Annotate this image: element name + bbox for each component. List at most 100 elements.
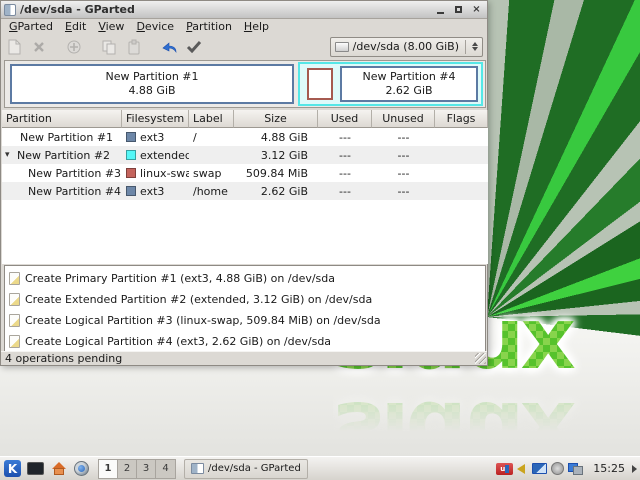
operation-item[interactable]: Create Logical Partition #4 (ext3, 2.62 … xyxy=(5,331,485,352)
col-used[interactable]: Used xyxy=(318,110,372,128)
visual-partition-1-size: 4.88 GiB xyxy=(128,84,176,97)
titlebar[interactable]: /dev/sda - GParted × xyxy=(1,1,487,19)
menu-help[interactable]: Help xyxy=(238,19,275,34)
table-row[interactable]: New Partition #4 ext3 /home 2.62 GiB ---… xyxy=(2,182,488,200)
network-icon[interactable] xyxy=(568,462,584,475)
partition-name: New Partition #4 xyxy=(28,184,122,198)
filesystem-name: extended xyxy=(140,148,189,162)
table-row[interactable]: New Partition #1 ext3 / 4.88 GiB --- --- xyxy=(2,128,488,146)
size-cell: 3.12 GiB xyxy=(260,148,308,162)
label-cell: /home xyxy=(193,184,228,198)
partition-name: New Partition #1 xyxy=(20,130,114,144)
statusbar-text: 4 operations pending xyxy=(5,352,123,365)
visual-swap-partition[interactable] xyxy=(307,68,333,100)
partition-name: New Partition #2 xyxy=(17,148,111,162)
label-cell: swap xyxy=(193,166,222,180)
col-unused[interactable]: Unused xyxy=(372,110,435,128)
kmenu-button[interactable]: K xyxy=(2,459,23,479)
toolbar: /dev/sda (8.00 GiB) xyxy=(1,34,487,59)
table-header: Partition Filesystem Label Size Used Unu… xyxy=(2,110,488,128)
table-row[interactable]: New Partition #3 linux-swap swap 509.84 … xyxy=(2,164,488,182)
col-filesystem[interactable]: Filesystem xyxy=(122,110,189,128)
close-button[interactable]: × xyxy=(469,3,484,16)
terminal-icon xyxy=(27,462,44,475)
task-button-gparted[interactable]: /dev/sda - GParted xyxy=(184,458,308,479)
combo-spin-arrows xyxy=(470,42,479,51)
workspace-3[interactable]: 3 xyxy=(137,459,156,478)
statusbar: 4 operations pending xyxy=(1,351,487,365)
unused-cell: --- xyxy=(397,148,410,162)
operation-doc-icon xyxy=(9,335,20,348)
home-icon xyxy=(51,461,67,476)
menu-device[interactable]: Device xyxy=(130,19,180,34)
partition-table: Partition Filesystem Label Size Used Unu… xyxy=(2,110,488,264)
operation-item[interactable]: Create Primary Partition #1 (ext3, 4.88 … xyxy=(5,268,485,289)
browser-launcher[interactable] xyxy=(71,459,92,479)
maximize-icon xyxy=(455,6,462,13)
visual-extended-partition[interactable]: New Partition #4 2.62 GiB xyxy=(298,62,483,106)
partition-name: New Partition #3 xyxy=(28,166,122,180)
clipboard-icon[interactable] xyxy=(551,462,565,475)
menu-gparted[interactable]: GParted xyxy=(3,19,59,34)
volume-icon[interactable] xyxy=(505,463,526,474)
size-cell: 2.62 GiB xyxy=(260,184,308,198)
operation-doc-icon xyxy=(9,272,20,285)
visual-partition-1[interactable]: New Partition #1 4.88 GiB xyxy=(10,64,294,104)
device-selector[interactable]: /dev/sda (8.00 GiB) xyxy=(329,36,483,57)
taskbar-clock[interactable]: 15:25 xyxy=(593,462,625,475)
workspace-4[interactable]: 4 xyxy=(156,459,175,478)
apply-icon[interactable] xyxy=(185,38,203,56)
kmenu-icon: K xyxy=(4,460,21,477)
home-launcher[interactable] xyxy=(48,459,69,479)
sidux-logo-reflection: sidux xyxy=(333,382,640,456)
filesystem-color-chip xyxy=(126,132,136,142)
undo-icon[interactable] xyxy=(160,38,178,56)
workspace-2[interactable]: 2 xyxy=(118,459,137,478)
workspace-pager: 1 2 3 4 xyxy=(98,458,176,479)
menu-partition[interactable]: Partition xyxy=(180,19,238,34)
operation-item[interactable]: Create Extended Partition #2 (extended, … xyxy=(5,289,485,310)
operation-item[interactable]: Create Logical Partition #3 (linux-swap,… xyxy=(5,310,485,331)
resize-grip[interactable] xyxy=(475,353,486,364)
filesystem-name: ext3 xyxy=(140,130,165,144)
harddrive-icon xyxy=(334,41,349,52)
operation-doc-icon xyxy=(9,293,20,306)
operation-text: Create Extended Partition #2 (extended, … xyxy=(25,293,373,306)
col-size[interactable]: Size xyxy=(234,110,318,128)
used-cell: --- xyxy=(339,130,351,144)
filesystem-name: linux-swap xyxy=(140,166,189,180)
terminal-launcher[interactable] xyxy=(25,459,46,479)
resize-move-icon[interactable] xyxy=(65,38,83,56)
expander-icon[interactable]: ▾ xyxy=(5,150,14,160)
menu-edit[interactable]: Edit xyxy=(59,19,92,34)
filesystem-name: ext3 xyxy=(140,184,165,198)
arrow-down-icon xyxy=(471,47,478,51)
display-settings-icon[interactable] xyxy=(532,463,548,474)
device-selector-value: /dev/sda (8.00 GiB) xyxy=(352,40,459,53)
panel-expand-arrow-icon[interactable] xyxy=(632,464,637,473)
col-label[interactable]: Label xyxy=(189,110,234,128)
combo-separator xyxy=(465,39,466,54)
menubar: GParted Edit View Device Partition Help xyxy=(1,19,487,34)
paste-icon[interactable] xyxy=(125,38,143,56)
gparted-app-icon xyxy=(4,3,16,16)
visual-partition-4[interactable]: New Partition #4 2.62 GiB xyxy=(340,66,478,102)
gparted-window: /dev/sda - GParted × GParted Edit View D… xyxy=(0,0,488,366)
maximize-button[interactable] xyxy=(451,3,466,16)
col-flags[interactable]: Flags xyxy=(435,110,488,128)
table-row[interactable]: ▾ New Partition #2 extended 3.12 GiB --- … xyxy=(2,146,488,164)
operation-text: Create Primary Partition #1 (ext3, 4.88 … xyxy=(25,272,336,285)
delete-partition-icon[interactable] xyxy=(30,38,48,56)
size-cell: 509.84 MiB xyxy=(245,166,308,180)
col-partition[interactable]: Partition xyxy=(2,110,122,128)
globe-icon xyxy=(74,461,89,476)
visual-partition-4-name: New Partition #4 xyxy=(362,69,456,83)
new-partition-icon[interactable] xyxy=(5,38,23,56)
copy-icon[interactable] xyxy=(100,38,118,56)
workspace-1[interactable]: 1 xyxy=(99,459,118,478)
label-cell: / xyxy=(193,130,197,144)
partition-visual-bar: New Partition #1 4.88 GiB New Partition … xyxy=(4,60,486,108)
menu-view[interactable]: View xyxy=(92,19,130,34)
minimize-button[interactable] xyxy=(433,3,448,16)
used-cell: --- xyxy=(339,166,351,180)
